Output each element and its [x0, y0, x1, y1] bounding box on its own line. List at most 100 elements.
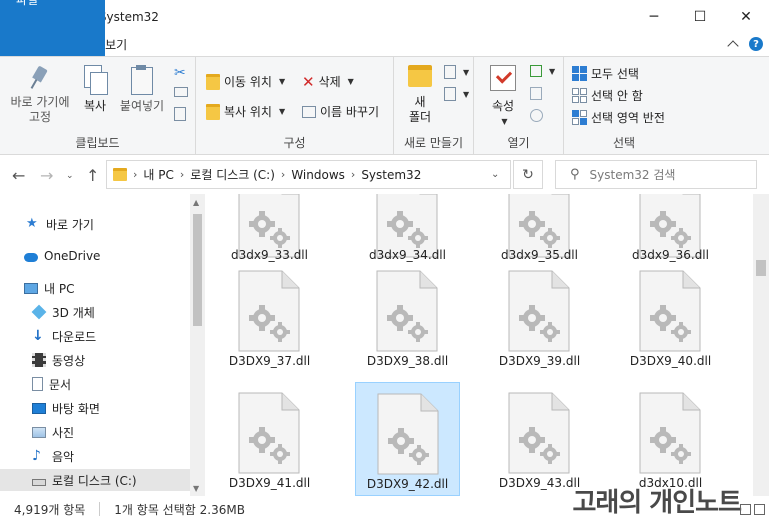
back-arrow-icon[interactable]: ←: [12, 166, 25, 185]
rename-button[interactable]: 이름 바꾸기: [302, 103, 379, 120]
clipboard-group: 바로 가기에 고정 복사 붙여넣기 ✂ 클립보드: [0, 57, 196, 155]
nav-item-label: 문서: [49, 377, 72, 392]
file-item[interactable]: D3DX9_39.dll: [487, 260, 592, 374]
file-item[interactable]: D3DX9_37.dll: [217, 260, 322, 374]
select-all-icon: [572, 66, 587, 81]
file-item[interactable]: D3DX9_43.dll: [487, 382, 592, 496]
copy-folder-icon: [206, 103, 220, 120]
new-group: 새 폴더 ▼ ▼ 새로 만들기: [394, 57, 474, 155]
history-button[interactable]: [530, 109, 543, 122]
file-item[interactable]: D3DX9_41.dll: [217, 382, 322, 496]
navpane-scrollbar[interactable]: ▲ ▼: [190, 194, 205, 496]
easy-access-button[interactable]: ▼: [444, 87, 469, 101]
search-input[interactable]: [589, 167, 740, 182]
copy-to-button[interactable]: 복사 위치 ▼: [206, 103, 285, 120]
nav-item-local-disk[interactable]: 로컬 디스크 (C:): [0, 469, 190, 491]
music-icon: ♪: [32, 448, 41, 464]
copy-button[interactable]: 복사: [78, 65, 112, 114]
select-all-button[interactable]: 모두 선택: [572, 65, 639, 82]
file-name: D3DX9_40.dll: [629, 354, 712, 368]
help-icon[interactable]: ?: [749, 37, 763, 51]
breadcrumb-system32[interactable]: System32: [361, 168, 421, 182]
nav-item-label: 사진: [52, 425, 75, 440]
large-icons-view-icon[interactable]: [754, 504, 765, 515]
nav-item-music[interactable]: ♪ 음악: [0, 445, 190, 467]
scroll-down-icon[interactable]: ▼: [193, 484, 199, 493]
nav-item-quick-access[interactable]: ★ 바로 가기: [0, 213, 190, 235]
paste-label: 붙여넣기: [119, 99, 165, 113]
file-item[interactable]: d3dx9_33.dll: [217, 194, 322, 262]
nav-item-videos[interactable]: 동영상: [0, 349, 190, 371]
scroll-up-icon[interactable]: ▲: [193, 198, 199, 207]
search-icon: ⚲: [570, 167, 580, 182]
close-button[interactable]: ✕: [723, 0, 769, 33]
file-scroll-thumb[interactable]: [756, 260, 766, 276]
cube-icon: [31, 304, 47, 320]
delete-button[interactable]: ✕ 삭제 ▼: [302, 73, 354, 90]
navpane-scroll-thumb[interactable]: [193, 214, 202, 326]
nav-item-pictures[interactable]: 사진: [0, 421, 190, 443]
file-item[interactable]: d3dx9_34.dll: [355, 194, 460, 262]
file-item[interactable]: D3DX9_40.dll: [618, 260, 723, 374]
move-to-button[interactable]: 이동 위치 ▼: [206, 73, 285, 90]
breadcrumb-separator: ›: [133, 168, 138, 181]
file-item[interactable]: D3DX9_38.dll: [355, 260, 460, 374]
file-item[interactable]: d3dx9_36.dll: [618, 194, 723, 262]
invert-selection-label: 선택 영역 반전: [591, 111, 665, 125]
nav-item-label: OneDrive: [44, 249, 101, 263]
copy-path-button[interactable]: [174, 87, 188, 97]
edit-button[interactable]: [530, 87, 542, 100]
file-item[interactable]: D3DX9_42.dll: [355, 382, 460, 496]
move-folder-icon: [206, 73, 220, 90]
invert-selection-icon: [572, 110, 587, 125]
pin-quick-access-button[interactable]: 바로 가기에 고정: [4, 65, 76, 125]
paste-shortcut-button[interactable]: [174, 107, 186, 121]
select-none-button[interactable]: 선택 안 함: [572, 87, 643, 104]
dll-file-icon: [639, 270, 701, 352]
details-view-icon[interactable]: [740, 504, 751, 515]
search-box[interactable]: ⚲: [555, 160, 757, 189]
cut-button[interactable]: ✂: [174, 65, 190, 81]
nav-item-downloads[interactable]: ↓ 다운로드: [0, 325, 190, 347]
selection-info: 1개 항목 선택함 2.36MB: [114, 502, 245, 517]
recent-locations-icon[interactable]: ⌄: [66, 171, 74, 181]
breadcrumb-local-disk[interactable]: 로컬 디스크 (C:): [190, 166, 275, 183]
breadcrumb-windows[interactable]: Windows: [291, 168, 345, 182]
address-history-dropdown-icon[interactable]: ⌄: [491, 169, 499, 180]
forward-arrow-icon[interactable]: →: [40, 166, 53, 185]
maximize-button[interactable]: ☐: [677, 0, 723, 33]
refresh-button[interactable]: ↻: [513, 160, 543, 189]
new-item-button[interactable]: ▼: [444, 65, 469, 79]
file-name: D3DX9_37.dll: [228, 354, 311, 368]
nav-item-3d-objects[interactable]: 3D 개체: [0, 301, 190, 323]
address-bar[interactable]: › 내 PC › 로컬 디스크 (C:) › Windows › System3…: [106, 160, 511, 189]
file-item[interactable]: d3dx10.dll: [618, 382, 723, 496]
desktop-icon: [32, 402, 46, 414]
properties-icon: [490, 65, 516, 91]
watermark: 고래의 개인노트: [572, 488, 742, 518]
pin-icon: [27, 65, 53, 91]
breadcrumb-this-pc[interactable]: 내 PC: [143, 166, 173, 183]
clipboard-group-label: 클립보드: [75, 136, 120, 150]
breadcrumb-separator: ›: [280, 168, 286, 181]
file-scrollbar[interactable]: [753, 194, 769, 496]
select-none-label: 선택 안 함: [591, 89, 643, 103]
paste-button[interactable]: 붙여넣기: [116, 65, 168, 114]
dll-file-icon: [238, 392, 300, 474]
minimize-button[interactable]: ─: [631, 0, 677, 33]
collapse-ribbon-icon[interactable]: [727, 40, 739, 52]
scissors-icon: ✂: [174, 65, 186, 81]
properties-button[interactable]: 속성 ▼: [486, 65, 520, 129]
copy-icon: [82, 65, 108, 95]
up-arrow-icon[interactable]: ↑: [86, 166, 99, 185]
nav-item-this-pc[interactable]: 내 PC: [0, 277, 190, 299]
new-folder-button[interactable]: 새 폴더: [402, 65, 438, 125]
nav-item-onedrive[interactable]: OneDrive: [0, 245, 190, 267]
file-item[interactable]: d3dx9_35.dll: [487, 194, 592, 262]
invert-selection-button[interactable]: 선택 영역 반전: [572, 109, 665, 126]
nav-item-documents[interactable]: 문서: [0, 373, 190, 395]
open-button[interactable]: ▼: [530, 65, 555, 77]
tab-file[interactable]: 파일: [0, 0, 105, 56]
nav-item-desktop[interactable]: 바탕 화면: [0, 397, 190, 419]
nav-item-label: 다운로드: [52, 329, 97, 344]
